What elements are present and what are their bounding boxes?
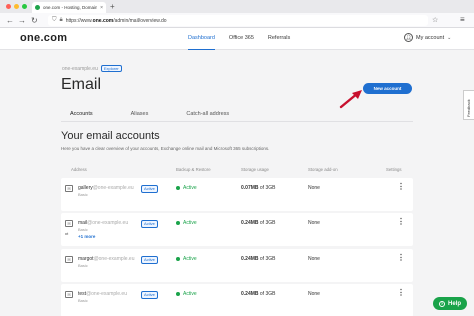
feedback-tab[interactable]: Feedback (463, 90, 474, 120)
account-menu[interactable]: 👤︎ My account ⌄ (404, 33, 451, 42)
column-header-backup: Backup & Restore (176, 167, 211, 172)
storage-usage: 0.24MB of 3GB (241, 291, 276, 297)
status-dot-icon (176, 186, 180, 190)
column-header-storage-addon: Storage add-on (308, 167, 338, 172)
section-title: Your email accounts (61, 130, 160, 142)
plan-label: Basic (78, 263, 88, 268)
chat-icon: ? (438, 300, 445, 307)
row-settings-icon[interactable]: ⋮ (397, 182, 405, 191)
email-address: test@one-example.eu (78, 291, 127, 297)
row-settings-icon[interactable]: ⋮ (397, 217, 405, 226)
mail-icon: ✉ (65, 220, 73, 227)
mail-icon: ✉ (65, 185, 73, 192)
nav-referrals[interactable]: Referrals (268, 28, 290, 50)
maximize-window-icon[interactable] (22, 4, 27, 9)
new-tab-button[interactable]: + (110, 2, 115, 12)
reload-icon[interactable]: ↻ (31, 15, 38, 26)
browser-tab-bar: one.com - Hosting, Domain, E-m × + (0, 0, 474, 13)
domain-tag: Explorer (100, 65, 122, 72)
domain-name: one-example.eu (62, 65, 98, 72)
mail-icon: ✉ (65, 256, 73, 263)
nav-office-365[interactable]: Office 365 (229, 28, 254, 50)
storage-addon: None (308, 256, 320, 262)
tab-divider (61, 121, 413, 122)
close-tab-icon[interactable]: × (100, 5, 103, 11)
forward-icon[interactable]: → (18, 15, 26, 26)
email-address: mail@one-example.eu (78, 220, 129, 226)
url-text: https://www.one.com/admin/mail/overview.… (65, 17, 167, 24)
browser-menu-icon[interactable]: ≡ (460, 15, 465, 24)
status-dot-icon (176, 221, 180, 225)
section-description: Here you have a clear overview of your a… (61, 146, 270, 151)
column-header-address: Address (71, 167, 87, 172)
nav-dashboard[interactable]: Dashboard (188, 28, 215, 50)
row-settings-icon[interactable]: ⋮ (397, 288, 405, 297)
backup-status: Active (176, 256, 197, 262)
storage-addon: None (308, 291, 320, 297)
account-label: My account (416, 34, 445, 41)
storage-addon: None (308, 220, 320, 226)
site-header: one.com Dashboard Office 365 Referrals 👤… (0, 28, 474, 50)
browser-tab[interactable]: one.com - Hosting, Domain, E-m × (32, 2, 106, 13)
close-window-icon[interactable] (6, 4, 11, 9)
pointer-arrow-icon (339, 90, 362, 109)
storage-usage: 0.24MB of 3GB (241, 220, 276, 226)
backup-status: Active (176, 220, 197, 226)
table-row[interactable]: ✉ margot@one-example.eu Basic Active Act… (61, 249, 413, 282)
bookmark-star-icon[interactable]: ☆ (432, 16, 438, 24)
page-title: Email (61, 76, 102, 93)
back-icon[interactable]: ← (6, 15, 14, 26)
feedback-label: Feedback (466, 99, 471, 117)
email-address: gallery@one-example.eu (78, 185, 134, 191)
chevron-down-icon: ⌄ (447, 34, 452, 41)
storage-usage: 0.24MB of 3GB (241, 256, 276, 262)
help-label: Help (447, 300, 461, 307)
status-badge: Active (141, 185, 158, 193)
backup-status: Active (176, 185, 197, 191)
logo[interactable]: one.com (20, 32, 67, 44)
favicon-icon (35, 5, 40, 10)
plan-label: Basic (78, 227, 88, 232)
address-bar[interactable]: ⛉ 🔒︎ https://www.one.com/admin/mail/over… (48, 15, 428, 26)
shield-icon: ⛉ (52, 17, 57, 23)
browser-nav-bar: ← → ↻ ⛉ 🔒︎ https://www.one.com/admin/mai… (0, 13, 474, 28)
new-account-button[interactable]: New account (363, 83, 412, 94)
storage-usage: 0.07MB of 3GB (241, 185, 276, 191)
main-nav: Dashboard Office 365 Referrals (188, 28, 290, 50)
email-address: margot@one-example.eu (78, 256, 135, 262)
mail-icon: ✉ (65, 291, 73, 298)
column-header-storage-usage: Storage usage (241, 167, 269, 172)
row-settings-icon[interactable]: ⋮ (397, 253, 405, 262)
user-icon: 👤︎ (404, 33, 413, 42)
plan-label: Basic (78, 192, 88, 197)
help-button[interactable]: ? Help (433, 297, 467, 310)
status-dot-icon (176, 292, 180, 296)
window-controls[interactable] (6, 4, 27, 9)
table-row[interactable]: ✉ gallery@one-example.eu Basic Active Ac… (61, 178, 413, 211)
tab-title: one.com - Hosting, Domain, E-m (43, 5, 98, 10)
status-badge: Active (141, 220, 158, 228)
status-dot-icon (176, 257, 180, 261)
column-header-settings: Settings (386, 167, 402, 172)
table-row[interactable]: ✉ mail@one-example.eu Basic ⇄ +1 more Ac… (61, 213, 413, 246)
table-row[interactable]: ✉ test@one-example.eu Basic Active Activ… (61, 284, 413, 316)
lock-icon: 🔒︎ (59, 17, 63, 23)
forward-icon: ⇄ (65, 231, 69, 236)
status-badge: Active (141, 256, 158, 264)
minimize-window-icon[interactable] (14, 4, 19, 9)
storage-addon: None (308, 185, 320, 191)
more-aliases-link[interactable]: +1 more (78, 234, 95, 239)
domain-breadcrumb: one-example.eu Explorer (62, 65, 122, 72)
status-badge: Active (141, 291, 158, 299)
backup-status: Active (176, 291, 197, 297)
plan-label: Basic (78, 298, 88, 303)
